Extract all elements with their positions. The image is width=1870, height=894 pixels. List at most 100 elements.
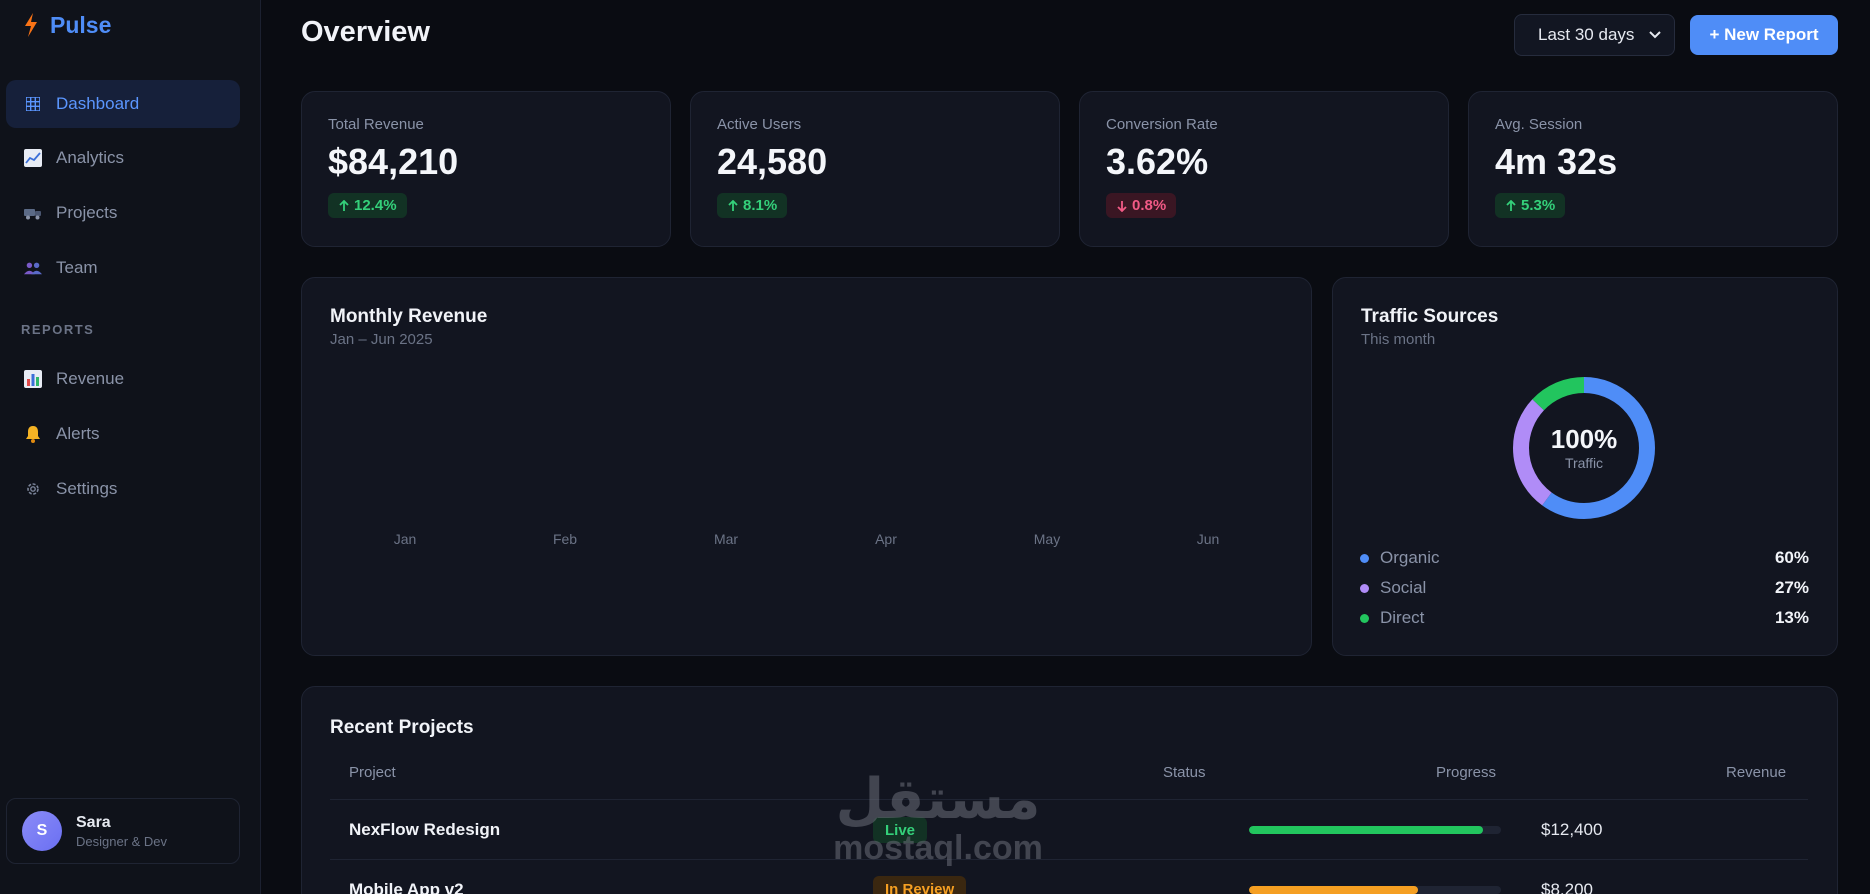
legend-value: 27%: [1774, 578, 1809, 597]
legend-item-direct: Direct 13%: [1360, 607, 1809, 629]
stat-card-active-users: Active Users 24,580 8.1%: [690, 91, 1060, 247]
project-name: Mobile App v2: [349, 880, 464, 894]
donut-center-label: Traffic: [1564, 455, 1604, 471]
bell-icon: [24, 425, 42, 443]
legend-item-organic: Organic 60%: [1360, 547, 1809, 569]
sidebar-item-team[interactable]: Team: [6, 244, 240, 292]
people-icon: [24, 259, 42, 277]
monthly-revenue-panel: Monthly Revenue Jan – Jun 2025: [301, 277, 1312, 656]
panel-subtitle: This month: [1361, 331, 1436, 348]
date-range-value: Last 30 days: [1538, 25, 1635, 44]
progress-bar: [1249, 826, 1501, 834]
project-name: NexFlow Redesign: [349, 820, 501, 839]
delta-badge: 0.8%: [1106, 193, 1177, 218]
truck-icon: [24, 204, 42, 222]
stat-value: 24,580: [717, 141, 828, 182]
donut-center: 100% Traffic: [1534, 424, 1634, 471]
sidebar-item-dashboard[interactable]: Dashboard: [6, 80, 240, 128]
sidebar-item-revenue[interactable]: Revenue: [6, 355, 240, 403]
sidebar-item-label: Revenue: [56, 369, 125, 388]
delta-value: 8.1%: [743, 197, 778, 214]
legend-dot: [1360, 553, 1369, 563]
stat-label: Conversion Rate: [1106, 116, 1218, 133]
date-range-select[interactable]: Last 30 days: [1514, 14, 1675, 56]
stat-card-conversion-rate: Conversion Rate 3.62% 0.8%: [1079, 91, 1449, 247]
grid-icon: [24, 95, 42, 113]
avatar: S: [22, 811, 62, 851]
column-header-project: Project: [349, 764, 396, 781]
sidebar-item-label: Settings: [56, 479, 118, 498]
user-name: Sara: [76, 813, 111, 831]
bar-chart-icon: [24, 370, 42, 388]
legend-name: Direct: [1380, 608, 1425, 627]
brand[interactable]: Pulse: [22, 10, 111, 40]
brand-name: Pulse: [50, 11, 112, 38]
sidebar-item-label: Projects: [56, 203, 118, 222]
column-header-status: Status: [1163, 764, 1206, 781]
sidebar-item-label: Alerts: [56, 424, 100, 443]
legend-name: Social: [1380, 578, 1427, 597]
delta-value: 0.8%: [1132, 197, 1167, 214]
panel-title: Recent Projects: [330, 717, 474, 738]
legend-value: 13%: [1774, 608, 1809, 627]
legend-value: 60%: [1774, 548, 1809, 567]
month-label: Apr: [875, 531, 897, 547]
section-label-reports: REPORTS: [21, 322, 95, 337]
stat-label: Avg. Session: [1495, 116, 1583, 133]
sidebar-item-label: Dashboard: [56, 94, 140, 113]
row-divider: [330, 799, 1808, 800]
arrow-up-icon: [728, 199, 738, 211]
sidebar-item-settings[interactable]: Settings: [6, 465, 240, 513]
sidebar-item-analytics[interactable]: Analytics: [6, 134, 240, 182]
legend-name: Organic: [1380, 548, 1440, 567]
panel-title: Traffic Sources: [1361, 306, 1499, 327]
month-label: Jun: [1196, 531, 1220, 547]
recent-projects-panel: Recent Projects: [301, 686, 1838, 894]
legend-dot: [1360, 583, 1369, 593]
chart-line-icon: [24, 149, 42, 167]
watermark: مستقل mostaql.com: [818, 770, 1058, 874]
delta-badge: 12.4%: [328, 193, 407, 218]
column-header-revenue: Revenue: [1726, 764, 1787, 781]
donut-center-value: 100%: [1550, 424, 1618, 454]
progress-fill: [1249, 886, 1418, 894]
arrow-up-icon: [339, 199, 349, 211]
progress-bar: [1249, 886, 1501, 894]
arrow-up-icon: [1506, 199, 1516, 211]
stat-card-avg-session: Avg. Session 4m 32s 5.3%: [1468, 91, 1838, 247]
stat-label: Total Revenue: [328, 116, 424, 133]
delta-badge: 5.3%: [1495, 193, 1566, 218]
row-divider: [330, 859, 1808, 860]
watermark-latin: mostaql.com: [833, 829, 1043, 867]
arrow-down-icon: [1117, 200, 1127, 212]
stat-label: Active Users: [717, 116, 802, 133]
month-label: Feb: [552, 531, 578, 547]
delta-value: 5.3%: [1521, 197, 1556, 214]
revenue-cell: $12,400: [1541, 820, 1603, 839]
progress-fill: [1249, 826, 1484, 834]
month-label: Mar: [713, 531, 739, 547]
panel-subtitle: Jan – Jun 2025: [330, 331, 433, 348]
stat-value: 3.62%: [1106, 141, 1209, 182]
status-badge: In Review: [873, 876, 967, 894]
user-role: Designer & Dev: [76, 833, 168, 849]
sidebar-item-alerts[interactable]: Alerts: [6, 410, 240, 458]
month-label: May: [1033, 531, 1061, 547]
month-label: Jan: [393, 531, 417, 547]
sidebar-item-label: Analytics: [56, 148, 125, 167]
sidebar-item-label: Team: [56, 258, 98, 277]
panel-title: Monthly Revenue: [330, 306, 488, 327]
new-report-button[interactable]: + New Report: [1690, 15, 1838, 55]
page-title: Overview: [301, 16, 430, 48]
sidebar: Pulse Dashboard Analytics Projects Team …: [0, 0, 261, 894]
user-card[interactable]: S Sara Designer & Dev: [6, 798, 240, 864]
gear-icon: [24, 480, 42, 498]
delta-badge: 8.1%: [717, 193, 788, 218]
sidebar-item-projects[interactable]: Projects: [6, 189, 240, 237]
delta-value: 12.4%: [354, 197, 397, 214]
stat-value: 4m 32s: [1495, 141, 1618, 182]
watermark-arabic: مستقل: [835, 767, 1041, 832]
stat-card-total-revenue: Total Revenue $84,210 12.4%: [301, 91, 671, 247]
stat-value: $84,210: [328, 141, 459, 182]
chevron-down-icon: [1649, 31, 1661, 39]
